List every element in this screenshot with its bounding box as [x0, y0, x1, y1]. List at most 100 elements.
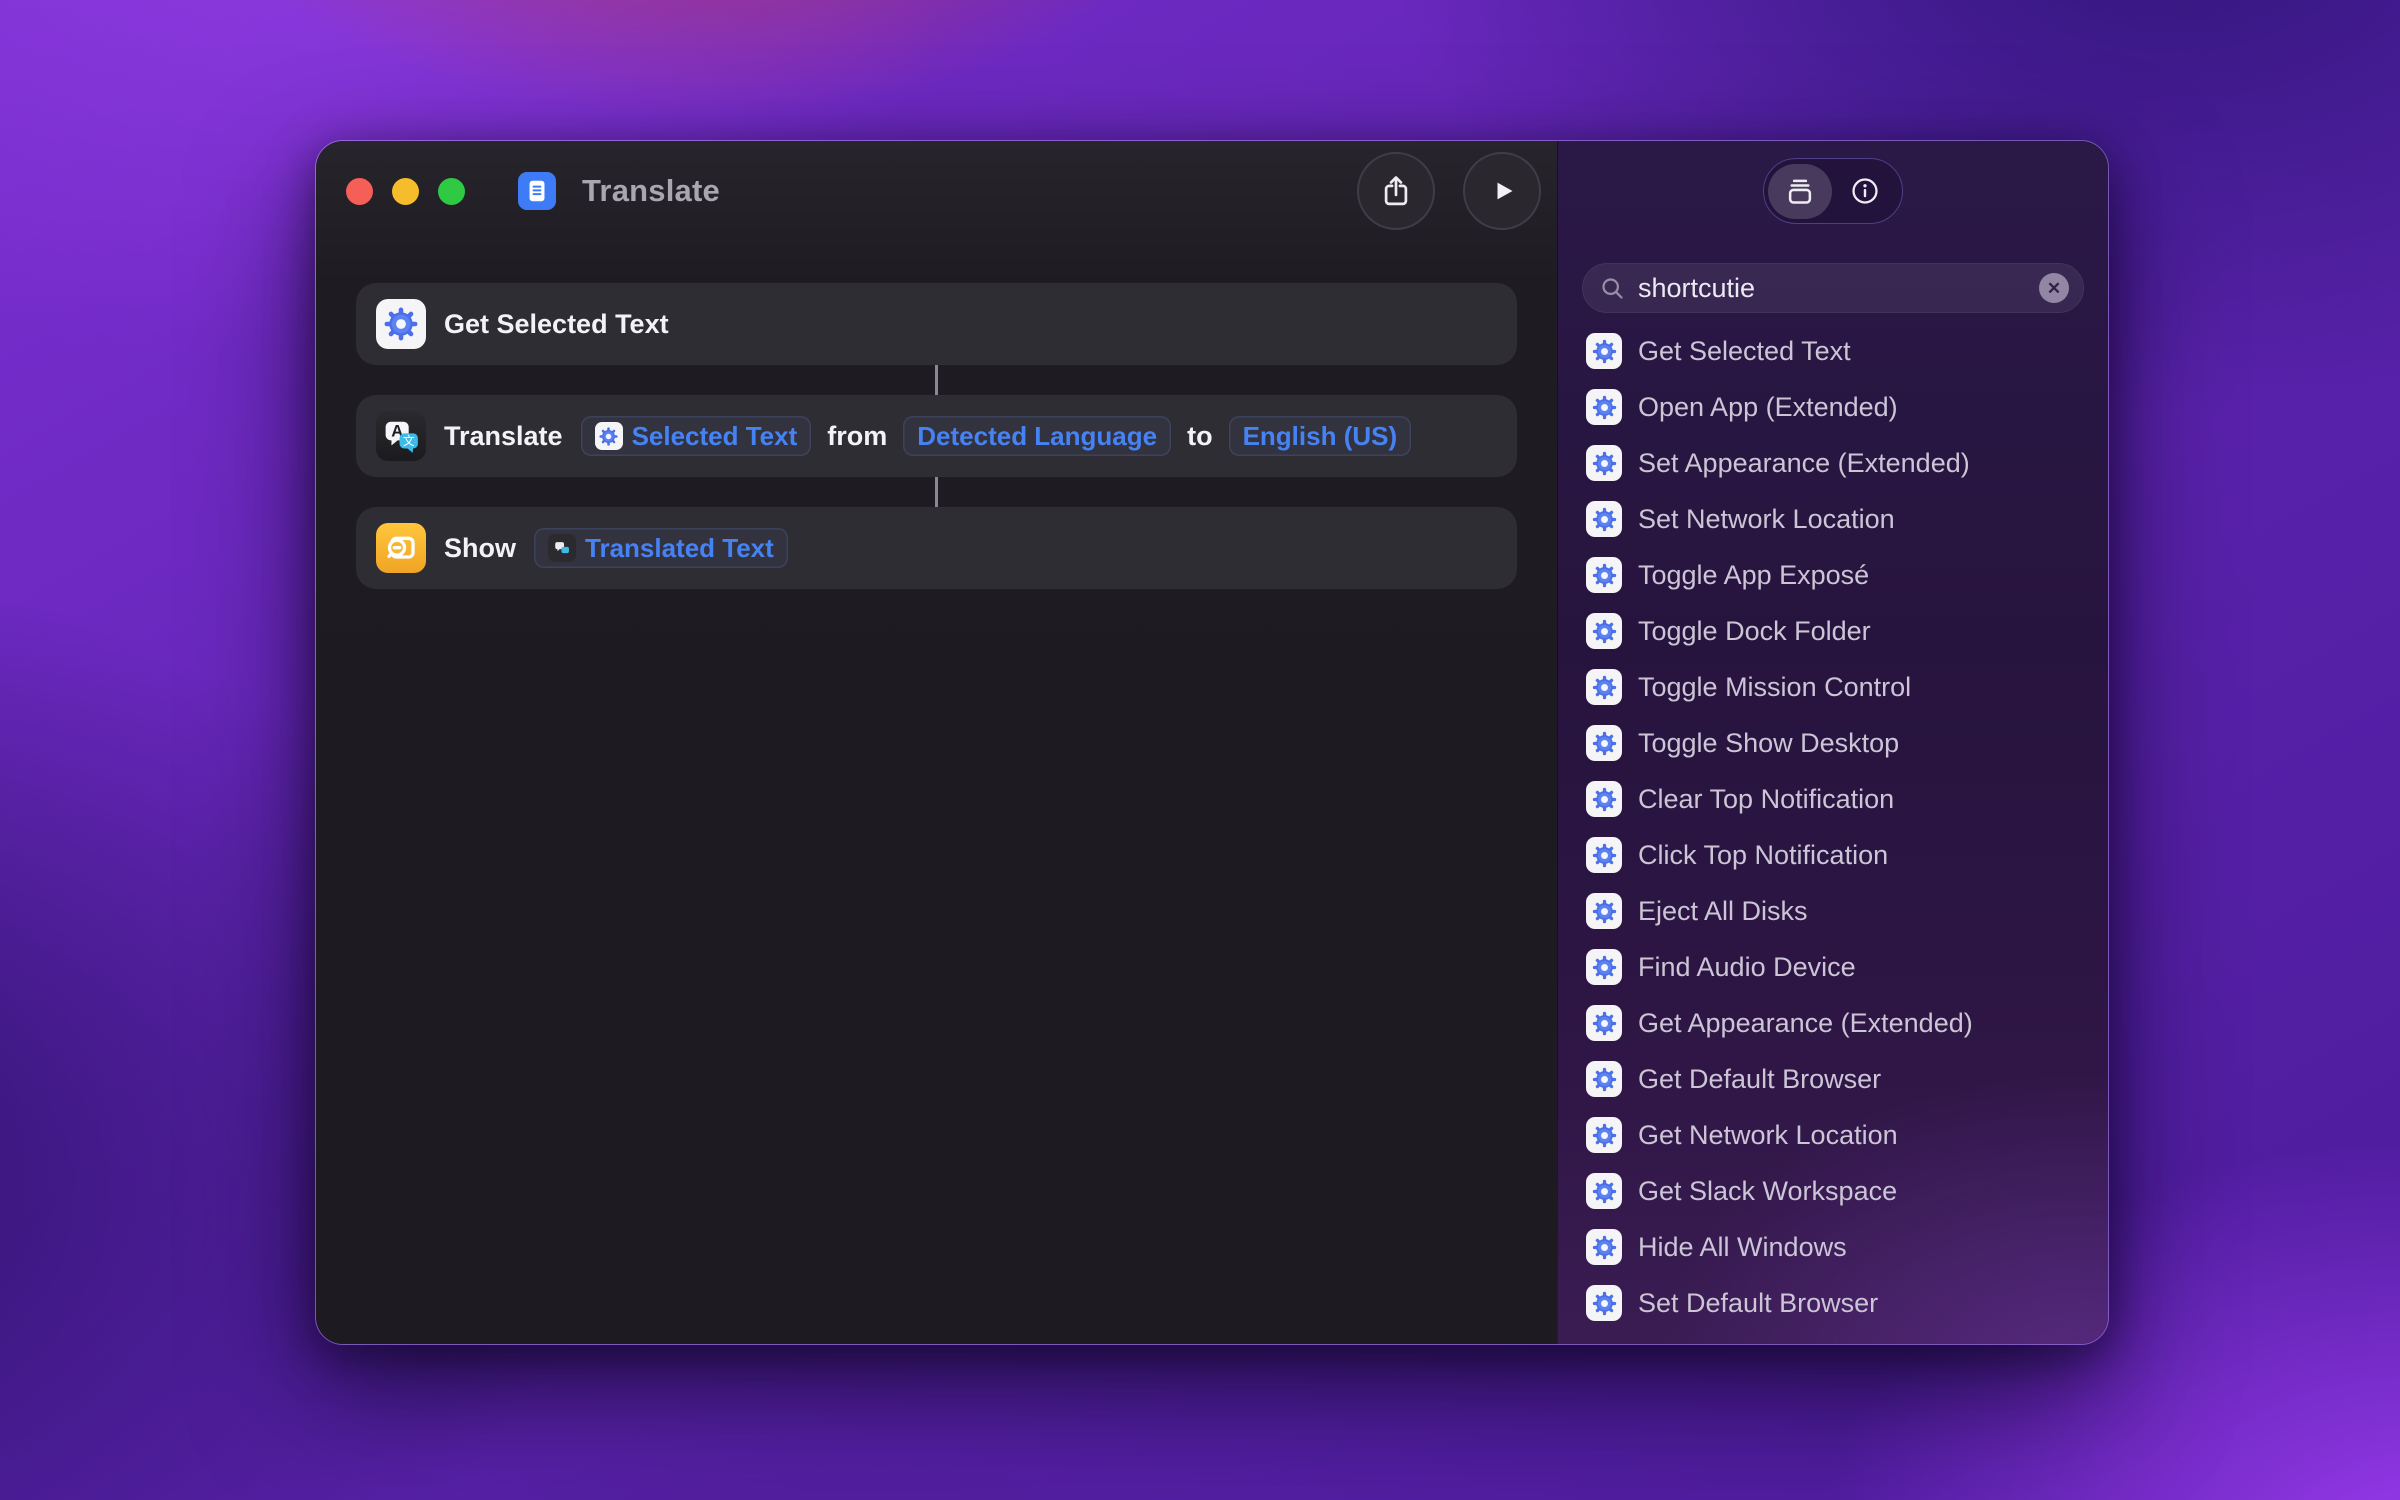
share-button[interactable] — [1357, 152, 1435, 230]
action-title: Get Selected Text — [444, 309, 669, 340]
action-label: Get Slack Workspace — [1638, 1176, 1897, 1207]
action-label: Hide All Windows — [1638, 1232, 1847, 1263]
action-list-item[interactable]: Get Network Location — [1586, 1107, 2080, 1163]
gear-app-icon — [1586, 1229, 1622, 1265]
action-list-item[interactable]: Get Selected Text — [1586, 323, 2080, 379]
action-title: Show — [444, 533, 516, 564]
action-list-item[interactable]: Toggle Dock Folder — [1586, 603, 2080, 659]
gear-app-icon — [1586, 1005, 1622, 1041]
shortcut-title: Translate — [582, 173, 720, 209]
action-title: Translate — [444, 421, 563, 452]
action-list-item[interactable]: Toggle Mission Control — [1586, 659, 2080, 715]
action-label: Get Default Browser — [1638, 1064, 1881, 1095]
action-list-item[interactable]: Toggle Show Desktop — [1586, 715, 2080, 771]
token-label: Translated Text — [585, 533, 774, 564]
action-list-item[interactable]: Eject All Disks — [1586, 883, 2080, 939]
gear-app-icon — [1586, 837, 1622, 873]
token-selected-text[interactable]: Selected Text — [581, 416, 812, 456]
action-list-item[interactable]: Set Network Location — [1586, 491, 2080, 547]
action-list: Get Selected Text Open App (Extended) Se… — [1558, 323, 2108, 1331]
from-label: from — [827, 421, 887, 452]
action-list-item[interactable]: Get Slack Workspace — [1586, 1163, 2080, 1219]
action-library-sidebar: ✕ Get Selected Text Open App (Extended) … — [1557, 141, 2108, 1344]
info-icon — [1849, 175, 1881, 207]
action-label: Get Selected Text — [1638, 336, 1851, 367]
action-label: Toggle Dock Folder — [1638, 616, 1871, 647]
action-label: Get Appearance (Extended) — [1638, 1008, 1973, 1039]
action-list-item[interactable]: Get Appearance (Extended) — [1586, 995, 2080, 1051]
gear-app-icon — [1586, 1061, 1622, 1097]
run-shortcut-button[interactable] — [1463, 152, 1541, 230]
gear-app-icon — [1586, 445, 1622, 481]
action-label: Find Audio Device — [1638, 952, 1856, 983]
action-label: Click Top Notification — [1638, 840, 1888, 871]
action-label: Toggle Mission Control — [1638, 672, 1911, 703]
gear-app-icon — [1586, 1285, 1622, 1321]
shortcut-canvas: Get Selected Text A 文 Translate — [316, 241, 1557, 589]
gear-app-icon — [1586, 725, 1622, 761]
action-list-item[interactable]: Clear Top Notification — [1586, 771, 2080, 827]
gear-app-icon — [1586, 949, 1622, 985]
gear-app-icon — [1586, 333, 1622, 369]
action-label: Toggle Show Desktop — [1638, 728, 1899, 759]
action-label: Toggle App Exposé — [1638, 560, 1869, 591]
play-icon — [1484, 173, 1520, 209]
traffic-lights — [346, 178, 465, 205]
token-label: Selected Text — [632, 421, 798, 452]
action-list-item[interactable]: Open App (Extended) — [1586, 379, 2080, 435]
show-result-app-icon — [376, 523, 426, 573]
action-label: Clear Top Notification — [1638, 784, 1894, 815]
action-list-item[interactable]: Set Default Browser — [1586, 1275, 2080, 1331]
action-list-item[interactable]: Set Appearance (Extended) — [1586, 435, 2080, 491]
action-label: Get Network Location — [1638, 1120, 1898, 1151]
translate-app-icon: A 文 — [376, 411, 426, 461]
translate-app-icon — [548, 534, 576, 562]
to-label: to — [1187, 421, 1212, 452]
action-card-get-selected-text[interactable]: Get Selected Text — [356, 283, 1517, 365]
shortcut-editor-pane: Translate Get Selected — [316, 141, 1557, 1344]
action-list-item[interactable]: Toggle App Exposé — [1586, 547, 2080, 603]
action-label: Open App (Extended) — [1638, 392, 1898, 423]
token-target-language[interactable]: English (US) — [1229, 416, 1412, 456]
gear-app-icon — [1586, 1117, 1622, 1153]
minimize-icon[interactable] — [392, 178, 419, 205]
token-detected-language[interactable]: Detected Language — [903, 416, 1171, 456]
tab-action-library[interactable] — [1768, 164, 1832, 219]
action-card-translate[interactable]: A 文 Translate Selected Text from Detecte… — [356, 395, 1517, 477]
gear-app-icon — [1586, 893, 1622, 929]
gear-app-icon — [1586, 669, 1622, 705]
action-list-item[interactable]: Find Audio Device — [1586, 939, 2080, 995]
gear-app-icon — [1586, 389, 1622, 425]
search-icon — [1599, 275, 1626, 302]
sidebar-header — [1558, 141, 2108, 241]
shortcut-document-icon — [518, 172, 556, 210]
action-card-show-result[interactable]: Show Translated Text — [356, 507, 1517, 589]
shortcuts-editor-window: Translate Get Selected — [315, 140, 2109, 1345]
gear-app-icon — [1586, 557, 1622, 593]
action-label: Set Appearance (Extended) — [1638, 448, 1970, 479]
action-label: Eject All Disks — [1638, 896, 1808, 927]
connector-line — [935, 365, 938, 395]
zoom-icon[interactable] — [438, 178, 465, 205]
action-search-field[interactable]: ✕ — [1582, 263, 2084, 313]
gear-app-icon — [1586, 501, 1622, 537]
token-label: Detected Language — [917, 421, 1157, 452]
sidebar-mode-segmented-control — [1763, 158, 1903, 224]
titlebar: Translate — [316, 141, 1557, 241]
token-label: English (US) — [1243, 421, 1398, 452]
clear-icon[interactable]: ✕ — [2039, 273, 2069, 303]
token-translated-text[interactable]: Translated Text — [534, 528, 788, 568]
share-icon — [1378, 173, 1414, 209]
action-label: Set Network Location — [1638, 504, 1895, 535]
gear-app-icon — [1586, 781, 1622, 817]
close-icon[interactable] — [346, 178, 373, 205]
connector-line — [935, 477, 938, 507]
tab-shortcut-details[interactable] — [1832, 164, 1898, 219]
action-label: Set Default Browser — [1638, 1288, 1878, 1319]
action-list-item[interactable]: Click Top Notification — [1586, 827, 2080, 883]
action-list-item[interactable]: Hide All Windows — [1586, 1219, 2080, 1275]
gear-app-icon — [1586, 613, 1622, 649]
search-input[interactable] — [1638, 273, 2027, 304]
action-list-item[interactable]: Get Default Browser — [1586, 1051, 2080, 1107]
gear-app-icon — [1586, 1173, 1622, 1209]
